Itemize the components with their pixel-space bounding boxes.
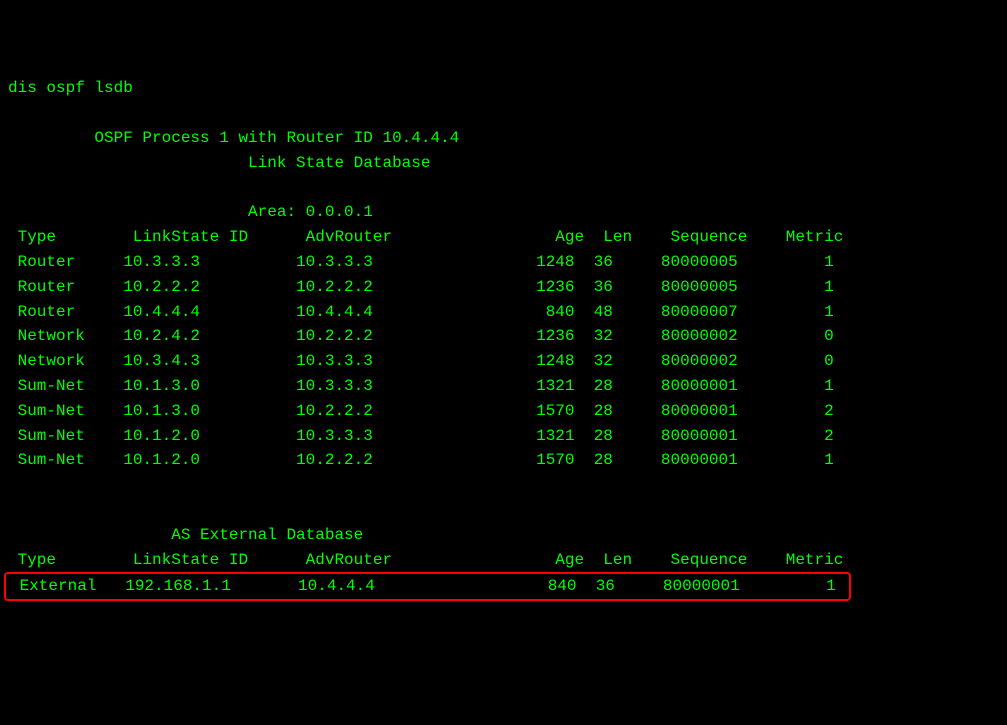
area-label: Area: 0.0.0.1 <box>8 203 373 221</box>
lsdb-row: Router 10.4.4.4 10.4.4.4 840 48 80000007… <box>8 303 834 321</box>
lsdb-row: Network 10.2.4.2 10.2.2.2 1236 32 800000… <box>8 327 834 345</box>
lsdb-title: Link State Database <box>8 154 430 172</box>
ext-header-row: Type LinkState ID AdvRouter Age Len Sequ… <box>8 551 843 569</box>
lsdb-row: Sum-Net 10.1.3.0 10.2.2.2 1570 28 800000… <box>8 402 834 420</box>
lsdb-row: Router 10.3.3.3 10.3.3.3 1248 36 8000000… <box>8 253 834 271</box>
lsdb-row: Router 10.2.2.2 10.2.2.2 1236 36 8000000… <box>8 278 834 296</box>
lsdb-row: Sum-Net 10.1.3.0 10.3.3.3 1321 28 800000… <box>8 377 834 395</box>
terminal-output: dis ospf lsdb OSPF Process 1 with Router… <box>8 76 999 601</box>
lsdb-row: Sum-Net 10.1.2.0 10.2.2.2 1570 28 800000… <box>8 451 834 469</box>
lsdb-row: Sum-Net 10.1.2.0 10.3.3.3 1321 28 800000… <box>8 427 834 445</box>
ext-db-title: AS External Database <box>8 526 363 544</box>
ext-row-highlighted: External 192.168.1.1 10.4.4.4 840 36 800… <box>4 572 851 601</box>
process-line: OSPF Process 1 with Router ID 10.4.4.4 <box>8 129 459 147</box>
command[interactable]: dis ospf lsdb <box>8 79 133 97</box>
lsdb-row: Network 10.3.4.3 10.3.3.3 1248 32 800000… <box>8 352 834 370</box>
lsdb-header-row: Type LinkState ID AdvRouter Age Len Sequ… <box>8 228 843 246</box>
